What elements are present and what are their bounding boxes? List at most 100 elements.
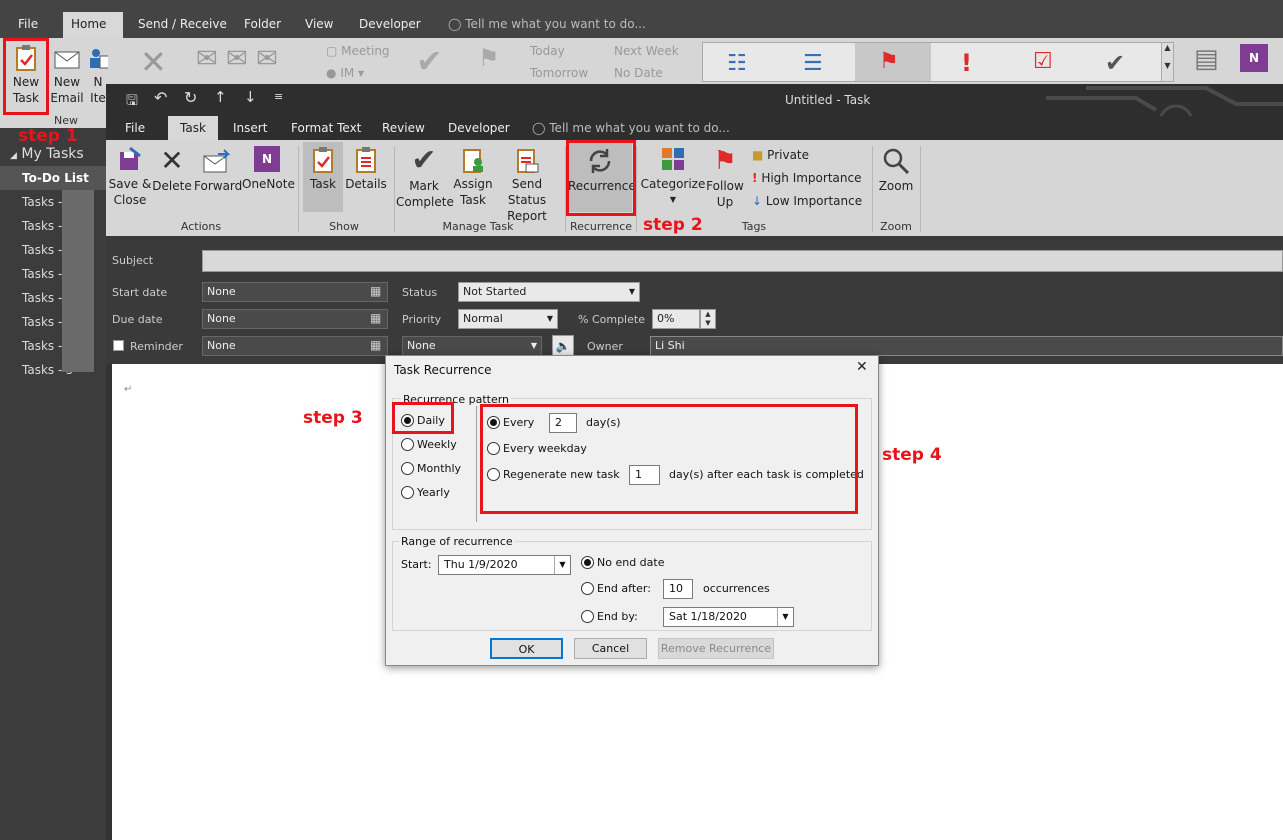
- onenote-button[interactable]: N OneNote: [242, 146, 295, 192]
- close-icon[interactable]: ✕: [856, 359, 868, 375]
- tomorrow-button[interactable]: Tomorrow: [530, 66, 588, 80]
- down-arrow-icon[interactable]: ↓: [244, 88, 257, 106]
- delete-label: Delete: [152, 179, 192, 193]
- gallery-scroll[interactable]: ▲ ▼: [1161, 43, 1173, 81]
- forward-button[interactable]: Forward: [194, 146, 242, 194]
- no-end-date-label: No end date: [597, 556, 665, 569]
- main-tab-bar: File Home Send / Receive Folder View Dev…: [0, 0, 1283, 38]
- save-close-label-1: Save &: [108, 177, 152, 191]
- task-tab-insert[interactable]: Insert: [225, 116, 275, 140]
- next-week-button[interactable]: Next Week: [614, 44, 679, 58]
- status-select[interactable]: Not Started ▼: [458, 282, 640, 302]
- end-after-radio[interactable]: [581, 582, 594, 595]
- quick-steps-gallery[interactable]: ☷ ☰ ⚑ ! ☑ ✔ ▲ ▼: [702, 42, 1174, 82]
- assign-task-button[interactable]: Assign Task: [452, 146, 494, 208]
- im-label: IM: [340, 66, 355, 80]
- subject-input[interactable]: [202, 250, 1283, 272]
- onenote-label: OneNote: [242, 177, 295, 191]
- folder-pane: ◢ My Tasks To-Do List Tasks - l Tasks - …: [0, 128, 106, 840]
- new-email-button[interactable]: New Email: [50, 44, 84, 106]
- reminder-date-input[interactable]: None: [202, 336, 388, 356]
- im-button[interactable]: ● IM ▾: [326, 66, 364, 80]
- pattern-divider: [476, 406, 477, 522]
- zoom-button[interactable]: Zoom: [876, 146, 916, 194]
- main-tab-developer[interactable]: Developer: [351, 12, 429, 38]
- main-tab-file[interactable]: File: [10, 12, 46, 38]
- cancel-button[interactable]: Cancel: [574, 638, 647, 659]
- start-date-input[interactable]: None: [202, 282, 388, 302]
- start-date-input[interactable]: Thu 1/9/2020 ▼: [438, 555, 571, 575]
- task-tell-me[interactable]: ◯ Tell me what you want to do...: [524, 116, 738, 140]
- zoom-label: Zoom: [878, 179, 914, 193]
- calendar-icon[interactable]: ▦: [370, 311, 381, 325]
- chevron-down-icon: ▼: [530, 341, 537, 350]
- save-icon[interactable]: 🖫: [126, 90, 138, 114]
- calendar-icon[interactable]: ▦: [370, 284, 381, 298]
- delete-button[interactable]: ✕ Delete: [152, 146, 192, 194]
- up-arrow-icon[interactable]: ↑: [214, 88, 227, 106]
- ok-button[interactable]: OK: [490, 638, 563, 659]
- task-form: Subject Start date None ▦ Due date None …: [106, 236, 1283, 364]
- forward-envelope-icon: [203, 149, 231, 173]
- save-close-button[interactable]: Save & Close: [108, 146, 152, 208]
- ribbon-separator: [872, 146, 873, 232]
- my-tasks-header[interactable]: ◢ My Tasks: [10, 146, 84, 162]
- new-items-label-1: N: [93, 75, 103, 89]
- send-status-report-button[interactable]: Send Status Report: [494, 146, 560, 224]
- main-tab-view[interactable]: View: [297, 12, 341, 38]
- end-by-input[interactable]: Sat 1/18/2020 ▼: [663, 607, 794, 627]
- undo-icon[interactable]: ↶: [154, 88, 167, 107]
- end-after-input[interactable]: 10: [663, 579, 693, 599]
- meeting-button[interactable]: ▢ Meeting: [326, 44, 390, 58]
- task-view-button[interactable]: Task: [303, 142, 343, 212]
- calendar-icon[interactable]: ▦: [370, 338, 381, 352]
- new-items-button[interactable]: N Ite: [88, 44, 108, 106]
- main-tell-me[interactable]: ◯ Tell me what you want to do...: [440, 12, 654, 38]
- redo-icon[interactable]: ↻: [184, 88, 197, 107]
- task-tab-review[interactable]: Review: [374, 116, 433, 140]
- customize-qat-icon[interactable]: ≡: [274, 90, 283, 103]
- new-email-label-1: New: [53, 75, 81, 89]
- people-grid-icon: [90, 49, 108, 69]
- low-importance-button[interactable]: ↓ Low Importance: [752, 194, 862, 208]
- percent-complete-input[interactable]: 0%: [652, 309, 700, 329]
- lightbulb-icon: ◯: [448, 17, 462, 31]
- task-tab-format-text[interactable]: Format Text: [283, 116, 369, 140]
- task-title-bar: 🖫 ↶ ↻ ↑ ↓ ≡ Untitled - Task: [106, 84, 1283, 140]
- new-items-label-2: Ite: [90, 91, 106, 105]
- monthly-radio[interactable]: [401, 462, 414, 475]
- due-date-input[interactable]: None: [202, 309, 388, 329]
- percent-spinner[interactable]: ▲ ▼: [700, 309, 716, 329]
- task-tab-task[interactable]: Task: [168, 116, 218, 140]
- reply-icons: ✉ ✉ ✉: [196, 44, 278, 74]
- weekly-radio[interactable]: [401, 438, 414, 451]
- check-icon: ✔: [411, 143, 437, 178]
- reminder-checkbox[interactable]: [113, 340, 124, 351]
- no-date-button[interactable]: No Date: [614, 66, 663, 80]
- categorize-button[interactable]: Categorize ▼: [640, 146, 706, 208]
- remove-recurrence-button[interactable]: Remove Recurrence: [658, 638, 774, 659]
- details-button[interactable]: Details: [345, 146, 387, 192]
- today-button[interactable]: Today: [530, 44, 565, 58]
- monthly-label: Monthly: [417, 462, 462, 475]
- new-email-label-2: Email: [50, 91, 84, 105]
- task-tab-developer[interactable]: Developer: [440, 116, 518, 140]
- exclamation-icon: !: [961, 49, 972, 77]
- private-button[interactable]: ■ Private: [752, 148, 809, 162]
- task-tab-file[interactable]: File: [117, 116, 153, 140]
- clipboard-icon: ☑: [1033, 49, 1053, 74]
- reminder-time-select[interactable]: None ▼: [402, 336, 542, 356]
- no-end-date-radio[interactable]: [581, 556, 594, 569]
- follow-up-button[interactable]: ⚑ Follow Up: [704, 146, 746, 210]
- main-tab-home[interactable]: Home: [63, 12, 123, 38]
- yearly-radio[interactable]: [401, 486, 414, 499]
- main-tab-folder[interactable]: Folder: [236, 12, 289, 38]
- end-by-radio[interactable]: [581, 610, 594, 623]
- main-tab-send-receive[interactable]: Send / Receive: [130, 12, 235, 38]
- sidebar-item-todo[interactable]: To-Do List: [0, 166, 106, 190]
- flag-view-tile[interactable]: ⚑: [855, 43, 931, 81]
- high-importance-button[interactable]: ! High Importance: [752, 171, 861, 185]
- speaker-icon[interactable]: 🔈: [552, 335, 574, 357]
- priority-select[interactable]: Normal ▼: [458, 309, 558, 329]
- mark-complete-button[interactable]: ✔ Mark Complete: [396, 143, 454, 210]
